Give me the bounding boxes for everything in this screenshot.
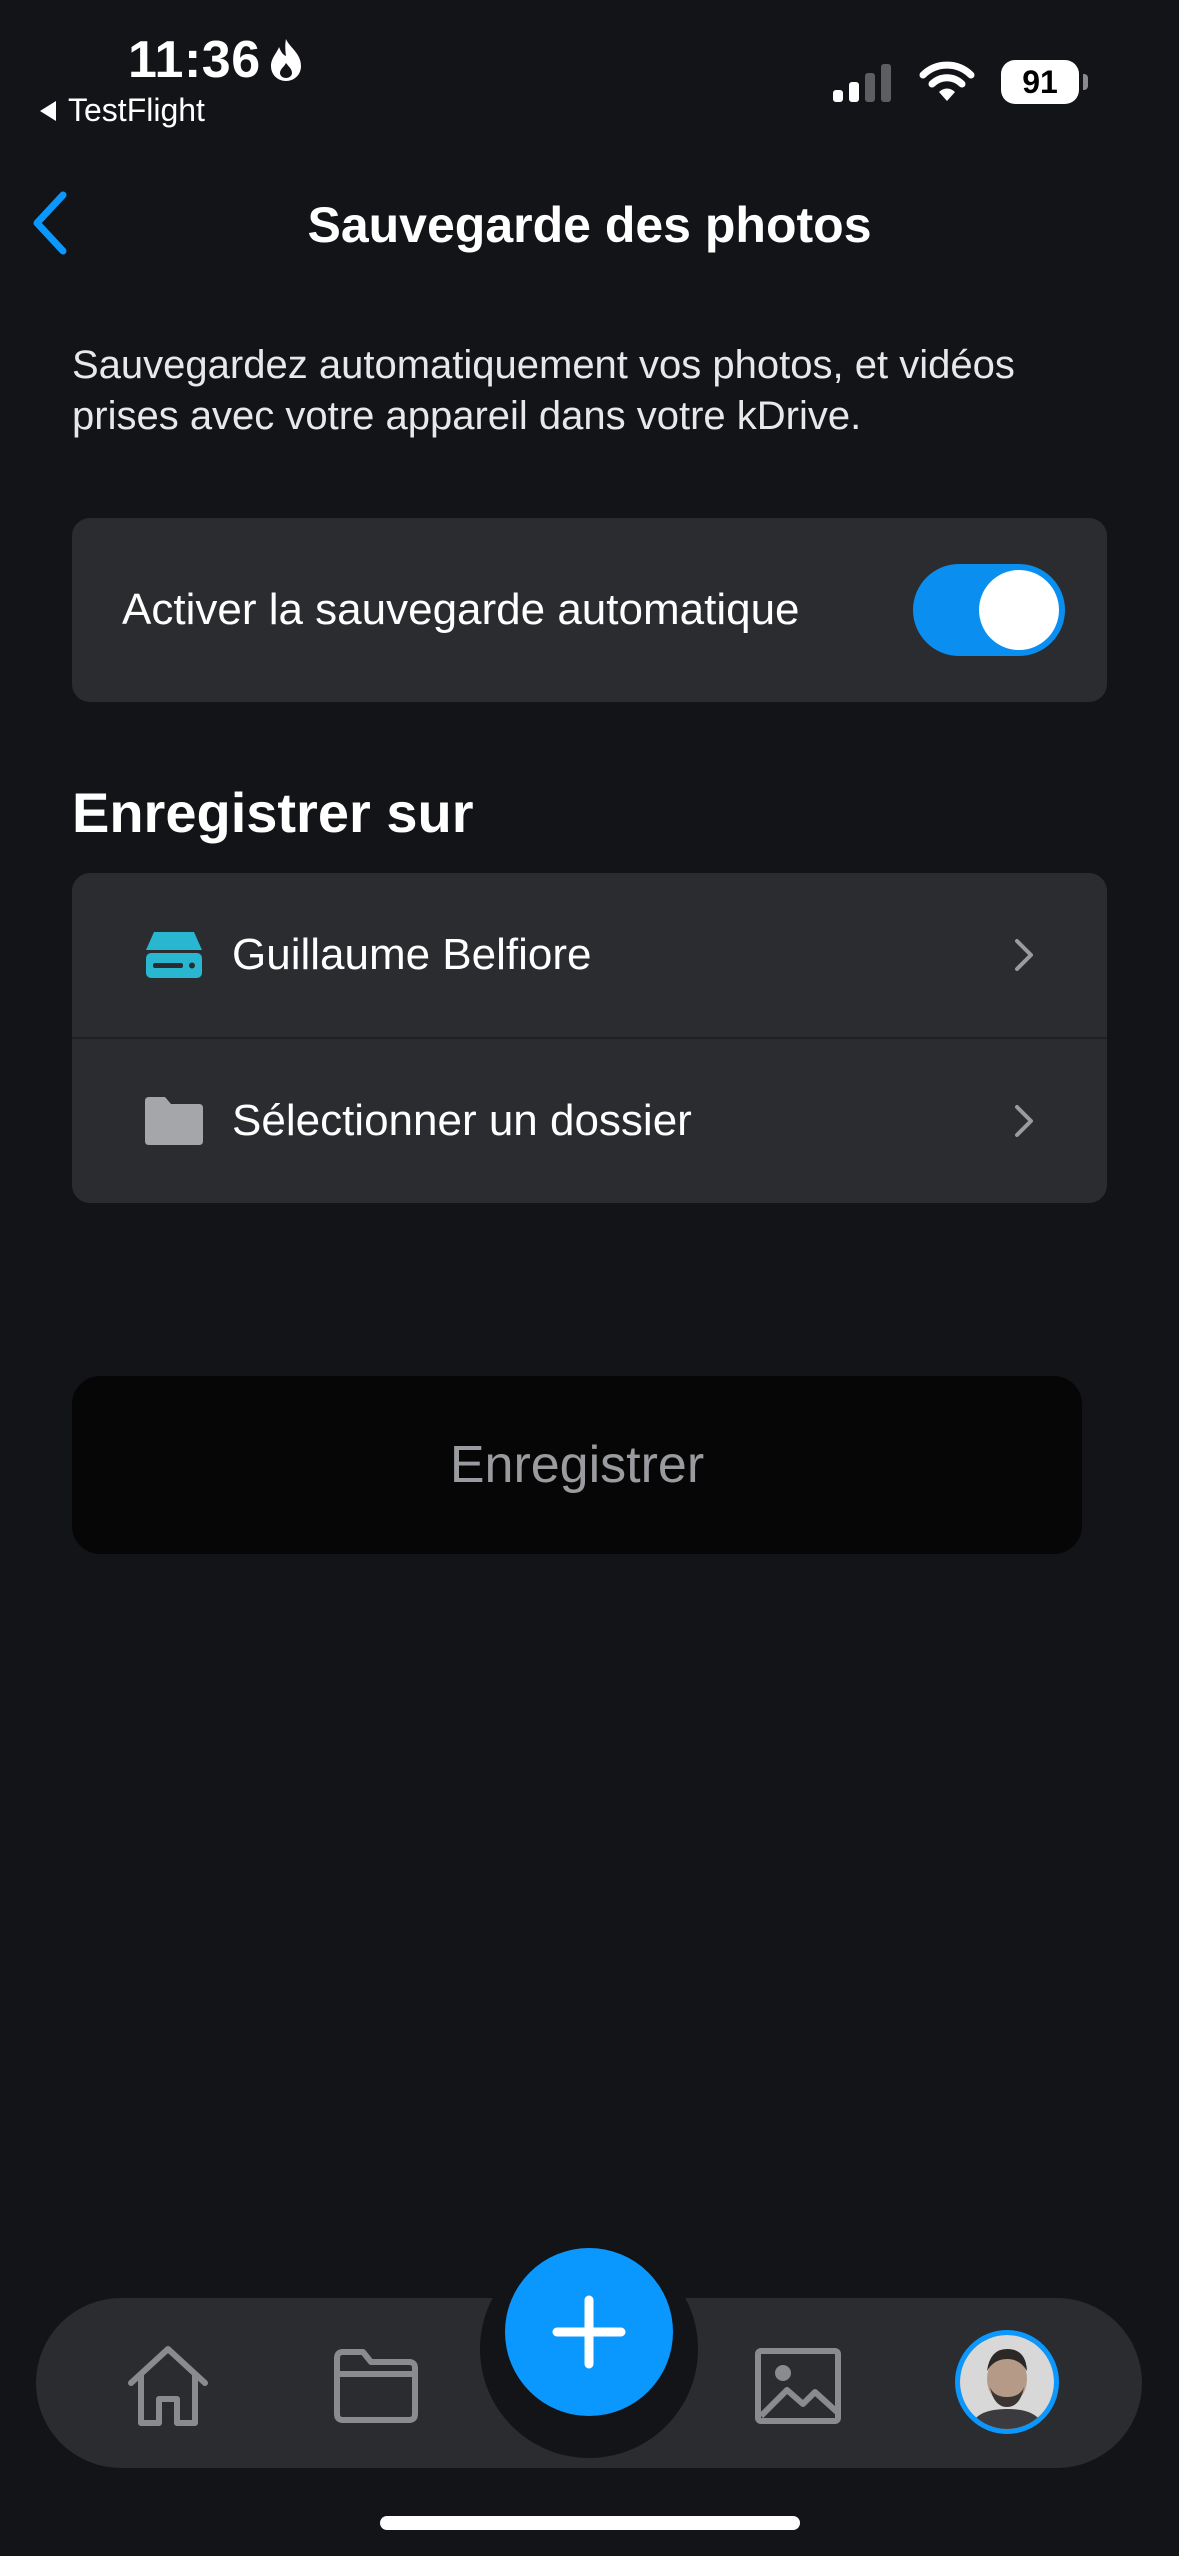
save-button[interactable]: Enregistrer xyxy=(72,1376,1082,1554)
flame-icon xyxy=(270,39,301,81)
destination-card: Guillaume Belfiore Sélectionner un dossi… xyxy=(72,873,1107,1203)
status-time-text: 11:36 xyxy=(128,31,261,89)
chevron-right-icon xyxy=(1009,935,1039,975)
tab-files[interactable] xyxy=(326,2336,426,2436)
signal-icon xyxy=(833,64,891,102)
folder-icon xyxy=(142,1093,206,1149)
tab-home[interactable] xyxy=(118,2336,218,2436)
screen: 11:36 TestFlight 91 Sauvegarde des photo… xyxy=(0,0,1179,2556)
back-to-testflight[interactable]: TestFlight xyxy=(38,92,205,129)
drive-icon xyxy=(142,927,206,983)
auto-backup-toggle[interactable] xyxy=(913,564,1065,656)
wifi-icon xyxy=(919,61,975,101)
home-icon xyxy=(128,2346,208,2426)
description-text: Sauvegardez automatiquement vos photos, … xyxy=(72,343,1015,438)
folder-icon xyxy=(334,2349,418,2423)
folder-row[interactable]: Sélectionner un dossier xyxy=(72,1039,1107,1203)
gallery-icon xyxy=(755,2348,841,2424)
page-title: Sauvegarde des photos xyxy=(307,197,872,253)
drive-label: Guillaume Belfiore xyxy=(232,930,592,979)
battery-indicator: 91 xyxy=(1001,60,1088,104)
profile-photo xyxy=(960,2335,1054,2429)
plus-icon xyxy=(552,2295,626,2369)
back-app-label: TestFlight xyxy=(68,92,205,128)
back-triangle-icon xyxy=(40,100,56,121)
home-indicator[interactable] xyxy=(380,2516,800,2530)
folder-label: Sélectionner un dossier xyxy=(232,1096,692,1145)
auto-backup-card: Activer la sauvegarde automatique xyxy=(72,518,1107,702)
chevron-right-icon xyxy=(1009,1101,1039,1141)
toggle-knob xyxy=(979,570,1059,650)
drive-row[interactable]: Guillaume Belfiore xyxy=(72,873,1107,1037)
status-time: 11:36 xyxy=(128,30,305,90)
section-heading: Enregistrer sur xyxy=(72,781,474,844)
auto-backup-label: Activer la sauvegarde automatique xyxy=(122,585,800,634)
battery-level: 91 xyxy=(1022,63,1058,100)
status-indicators: 91 xyxy=(833,60,1088,104)
avatar[interactable] xyxy=(955,2330,1059,2434)
tab-gallery[interactable] xyxy=(748,2336,848,2436)
add-button[interactable] xyxy=(505,2248,673,2416)
